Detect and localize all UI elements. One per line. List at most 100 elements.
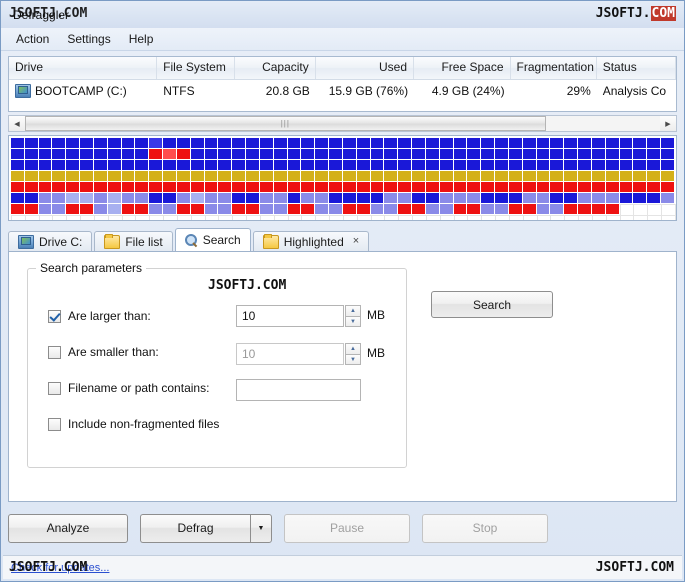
map-block <box>273 193 287 203</box>
scroll-right-arrow-icon[interactable]: ▶ <box>660 116 676 131</box>
search-button[interactable]: Search <box>431 291 553 318</box>
menu-item-settings[interactable]: Settings <box>58 29 119 49</box>
column-header-capacity[interactable]: Capacity <box>235 57 316 79</box>
label-filename-contains: Filename or path contains: <box>68 381 210 395</box>
chevron-down-icon[interactable]: ▼ <box>250 513 272 543</box>
map-block <box>453 149 467 159</box>
defrag-split-button[interactable]: Defrag ▼ <box>140 513 272 543</box>
checkbox-filename-contains[interactable] <box>48 381 61 395</box>
map-block <box>564 138 578 148</box>
map-block <box>578 204 591 214</box>
map-block <box>218 193 232 203</box>
map-block <box>633 138 647 148</box>
watermark-suffix: COM <box>650 6 676 21</box>
spinner-smaller-than[interactable]: ▲ ▼ <box>345 343 361 365</box>
map-block <box>439 204 453 214</box>
map-block <box>135 193 149 203</box>
defrag-button[interactable]: Defrag <box>140 513 250 543</box>
map-block <box>536 193 550 203</box>
column-header-drive[interactable]: Drive <box>9 57 158 79</box>
map-block <box>163 160 176 170</box>
menu-item-help[interactable]: Help <box>120 29 163 49</box>
map-block <box>398 171 412 181</box>
stop-button[interactable]: Stop <box>422 513 548 543</box>
checkbox-are-smaller-than[interactable] <box>48 345 61 359</box>
map-block <box>453 171 467 181</box>
drive-map[interactable] <box>8 135 677 221</box>
map-block <box>246 193 259 203</box>
scrollbar-track[interactable]: ||| <box>25 116 660 131</box>
column-header-status[interactable]: Status <box>597 57 676 79</box>
table-row[interactable]: BOOTCAMP (C:) NTFS 20.8 GB 15.9 GB (76%)… <box>9 80 676 102</box>
map-block <box>204 138 218 148</box>
map-block <box>356 193 370 203</box>
input-filename-contains[interactable] <box>236 379 361 401</box>
map-block <box>135 138 149 148</box>
map-block <box>204 160 218 170</box>
tab-search[interactable]: Search <box>174 228 251 251</box>
input-larger-than-value[interactable]: 10 <box>236 305 344 327</box>
map-block <box>508 182 522 192</box>
map-block <box>232 204 246 214</box>
map-block <box>467 171 481 181</box>
map-block <box>329 138 342 148</box>
map-block <box>121 182 135 192</box>
map-block <box>467 215 483 220</box>
close-icon[interactable]: × <box>353 236 359 247</box>
spinner-up-icon[interactable]: ▲ <box>345 305 361 316</box>
map-block <box>218 204 232 214</box>
column-header-used[interactable]: Used <box>316 57 414 79</box>
column-header-free-space[interactable]: Free Space <box>414 57 511 79</box>
map-block <box>619 182 633 192</box>
input-smaller-than-value[interactable]: 10 <box>236 343 344 365</box>
tab-highlighted[interactable]: Highlighted × <box>252 231 370 251</box>
analyze-button[interactable]: Analyze <box>8 513 128 543</box>
spinner-up-icon[interactable]: ▲ <box>345 343 361 354</box>
map-block <box>370 215 386 220</box>
checkbox-include-non-fragmented[interactable] <box>48 417 61 431</box>
map-block <box>384 171 398 181</box>
map-block <box>633 182 647 192</box>
map-block <box>342 160 356 170</box>
checkbox-are-larger-than[interactable] <box>48 309 61 323</box>
map-block <box>80 160 93 170</box>
spinner-larger-than[interactable]: ▲ ▼ <box>345 305 361 327</box>
map-block <box>107 215 123 220</box>
tab-file-list[interactable]: File list <box>94 231 173 251</box>
map-block <box>647 138 661 148</box>
tab-strip: Drive C: File list Search Highlighted × <box>8 228 677 251</box>
spinner-down-icon[interactable]: ▼ <box>345 316 361 327</box>
pause-button[interactable]: Pause <box>284 513 410 543</box>
tab-drive-c[interactable]: Drive C: <box>8 231 93 251</box>
watermark-title-left: JSOFTJ.COM <box>9 6 88 21</box>
map-block <box>412 138 425 148</box>
scroll-left-arrow-icon[interactable]: ◀ <box>9 116 25 131</box>
tab-file-list-label: File list <box>125 234 163 249</box>
map-block <box>38 149 52 159</box>
map-block <box>93 149 107 159</box>
map-block <box>342 204 356 214</box>
spinner-down-icon[interactable]: ▼ <box>345 354 361 365</box>
map-block <box>301 204 315 214</box>
status-bar: Check for updates... JSOFTJ.COM JSOFTJ.C… <box>3 555 682 579</box>
column-header-file-system[interactable]: File System <box>157 57 235 79</box>
drive-list-header: Drive File System Capacity Used Free Spa… <box>9 57 676 80</box>
map-block <box>370 182 384 192</box>
map-block <box>135 160 149 170</box>
map-block <box>149 171 163 181</box>
drive-list[interactable]: Drive File System Capacity Used Free Spa… <box>8 56 677 112</box>
map-block <box>384 204 398 214</box>
map-block <box>522 215 538 220</box>
menu-item-action[interactable]: Action <box>7 29 58 49</box>
horizontal-scrollbar[interactable]: ◀ ||| ▶ <box>8 115 677 132</box>
map-block <box>550 193 564 203</box>
column-header-fragmentation[interactable]: Fragmentation <box>511 57 597 79</box>
cell-used: 15.9 GB (76%) <box>328 84 409 98</box>
map-block <box>398 215 414 220</box>
map-block <box>481 215 497 220</box>
map-block <box>246 160 259 170</box>
map-block <box>633 160 647 170</box>
map-block <box>619 171 633 181</box>
scrollbar-thumb[interactable]: ||| <box>25 116 546 131</box>
map-block <box>661 160 674 170</box>
